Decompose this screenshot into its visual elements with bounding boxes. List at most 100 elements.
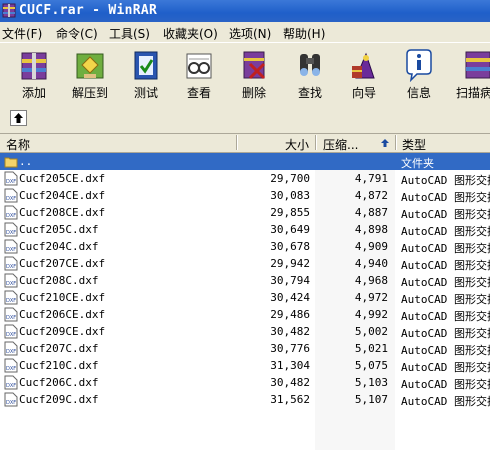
file-size: 29,486 (270, 308, 310, 321)
menu-favorites[interactable]: 收藏夹(O) (163, 25, 218, 42)
svg-text:DXF: DXF (6, 179, 16, 185)
winrar-app-icon[interactable] (2, 3, 16, 18)
window-title: CUCF.rar - WinRAR (19, 3, 158, 18)
file-type: AutoCAD 图形交换 (401, 378, 490, 391)
menu-file[interactable]: 文件(F) (2, 25, 42, 42)
file-type: AutoCAD 图形交换 (401, 310, 490, 323)
add-button[interactable]: 添加 (6, 46, 62, 102)
file-packed-size: 4,968 (354, 274, 388, 287)
view-button[interactable]: 查看 (171, 46, 227, 102)
file-size: 30,678 (270, 240, 310, 253)
wizard-label: 向导 (351, 86, 376, 100)
add-icon (21, 52, 47, 80)
file-row[interactable]: DXF Cucf209CE.dxf 30,482 5,002 AutoCAD 图… (0, 323, 490, 340)
scan-icon (465, 51, 490, 79)
file-row[interactable]: DXF Cucf207CE.dxf 29,942 4,940 AutoCAD 图… (0, 255, 490, 272)
svg-text:DXF: DXF (6, 264, 16, 270)
file-type: AutoCAD 图形交换 (401, 259, 490, 272)
file-size: 30,424 (270, 291, 310, 304)
file-type: AutoCAD 图形交换 (401, 327, 490, 340)
file-packed-size: 5,021 (354, 342, 388, 355)
svg-text:DXF: DXF (6, 247, 16, 253)
file-packed-size: 4,872 (354, 189, 388, 202)
file-row[interactable]: DXF Cucf206C.dxf 30,482 5,103 AutoCAD 图形… (0, 374, 490, 391)
test-button[interactable]: 测试 (118, 46, 174, 102)
file-row[interactable]: DXF Cucf210C.dxf 31,304 5,075 AutoCAD 图形… (0, 357, 490, 374)
file-row[interactable]: DXF Cucf205C.dxf 30,649 4,898 AutoCAD 图形… (0, 221, 490, 238)
file-size: 30,776 (270, 342, 310, 355)
dxf-file-icon: DXF (4, 324, 18, 339)
file-row[interactable]: DXF Cucf206CE.dxf 29,486 4,992 AutoCAD 图… (0, 306, 490, 323)
file-row[interactable]: DXF Cucf208C.dxf 30,794 4,968 AutoCAD 图形… (0, 272, 490, 289)
menu-options[interactable]: 选项(N) (229, 25, 271, 42)
dxf-file-icon: DXF (4, 341, 18, 356)
svg-text:DXF: DXF (6, 230, 16, 236)
file-size: 29,855 (270, 206, 310, 219)
find-button[interactable]: 查找 (282, 46, 338, 102)
dxf-file-icon: DXF (4, 290, 18, 305)
add-label: 添加 (21, 86, 46, 100)
file-name: Cucf206CE.dxf (19, 308, 106, 321)
file-name: Cucf209CE.dxf (19, 325, 106, 338)
delete-icon (243, 51, 266, 80)
file-row[interactable]: DXF Cucf209C.dxf 31,562 5,107 AutoCAD 图形… (0, 391, 490, 408)
file-size: 31,562 (270, 393, 310, 406)
delete-button[interactable]: 删除 (226, 46, 282, 102)
file-row[interactable]: DXF Cucf205CE.dxf 29,700 4,791 AutoCAD 图… (0, 170, 490, 187)
svg-text:DXF: DXF (6, 315, 16, 321)
wizard-icon (352, 52, 375, 79)
file-list[interactable]: .. 文件夹 DXF Cucf205CE.dxf 29,700 4,791 Au… (0, 153, 490, 450)
wizard-button[interactable]: 向导 (336, 46, 392, 102)
parent-folder-row[interactable]: .. 文件夹 (0, 153, 490, 170)
dxf-file-icon: DXF (4, 239, 18, 254)
column-name-header[interactable]: 名称 (6, 136, 30, 153)
dxf-file-icon: DXF (4, 307, 18, 322)
file-size: 30,083 (270, 189, 310, 202)
menu-help[interactable]: 帮助(H) (283, 25, 325, 42)
up-folder-button[interactable] (10, 110, 27, 126)
file-packed-size: 5,107 (354, 393, 388, 406)
scan-button[interactable]: 扫描病 (450, 46, 490, 102)
dxf-file-icon: DXF (4, 392, 18, 407)
file-packed-size: 4,791 (354, 172, 388, 185)
file-row[interactable]: DXF Cucf208CE.dxf 29,855 4,887 AutoCAD 图… (0, 204, 490, 221)
folder-icon (4, 157, 18, 168)
dxf-file-icon: DXF (4, 273, 18, 288)
find-label: 查找 (297, 86, 322, 100)
extract-icon (76, 53, 104, 79)
menu-tools[interactable]: 工具(S) (109, 25, 150, 42)
file-name: Cucf210C.dxf (19, 359, 99, 372)
title-bar[interactable]: CUCF.rar - WinRAR (0, 0, 490, 22)
file-name: Cucf208CE.dxf (19, 206, 106, 219)
file-size: 31,304 (270, 359, 310, 372)
column-packed-header[interactable]: 压缩... (323, 136, 358, 153)
file-row[interactable]: DXF Cucf204C.dxf 30,678 4,909 AutoCAD 图形… (0, 238, 490, 255)
file-type: AutoCAD 图形交换 (401, 242, 490, 255)
column-size-header[interactable]: 大小 (285, 136, 309, 153)
extract-button[interactable]: 解压到 (62, 46, 118, 102)
svg-text:DXF: DXF (6, 196, 16, 202)
column-divider[interactable] (315, 135, 317, 150)
file-name: Cucf205C.dxf (19, 223, 99, 236)
file-row[interactable]: DXF Cucf207C.dxf 30,776 5,021 AutoCAD 图形… (0, 340, 490, 357)
test-label: 测试 (133, 86, 158, 100)
file-packed-size: 4,992 (354, 308, 388, 321)
delete-label: 删除 (241, 86, 266, 100)
file-type: AutoCAD 图形交换 (401, 208, 490, 221)
file-type: AutoCAD 图形交换 (401, 276, 490, 289)
info-icon (406, 49, 432, 82)
dxf-file-icon: DXF (4, 375, 18, 390)
column-type-header[interactable]: 类型 (402, 136, 426, 153)
column-divider[interactable] (395, 135, 397, 150)
menu-command[interactable]: 命令(C) (56, 25, 98, 42)
column-divider[interactable] (236, 135, 238, 150)
file-packed-size: 4,972 (354, 291, 388, 304)
file-row[interactable]: DXF Cucf204CE.dxf 30,083 4,872 AutoCAD 图… (0, 187, 490, 204)
file-row[interactable]: DXF Cucf210CE.dxf 30,424 4,972 AutoCAD 图… (0, 289, 490, 306)
toolbar: 添加 解压到 测试 查看 删除 查找 向导 信息 扫描病 (0, 42, 490, 106)
find-icon (300, 54, 320, 76)
parent-folder-type: 文件夹 (401, 157, 434, 170)
file-type: AutoCAD 图形交换 (401, 395, 490, 408)
view-label: 查看 (186, 86, 211, 100)
info-button[interactable]: 信息 (391, 46, 447, 102)
